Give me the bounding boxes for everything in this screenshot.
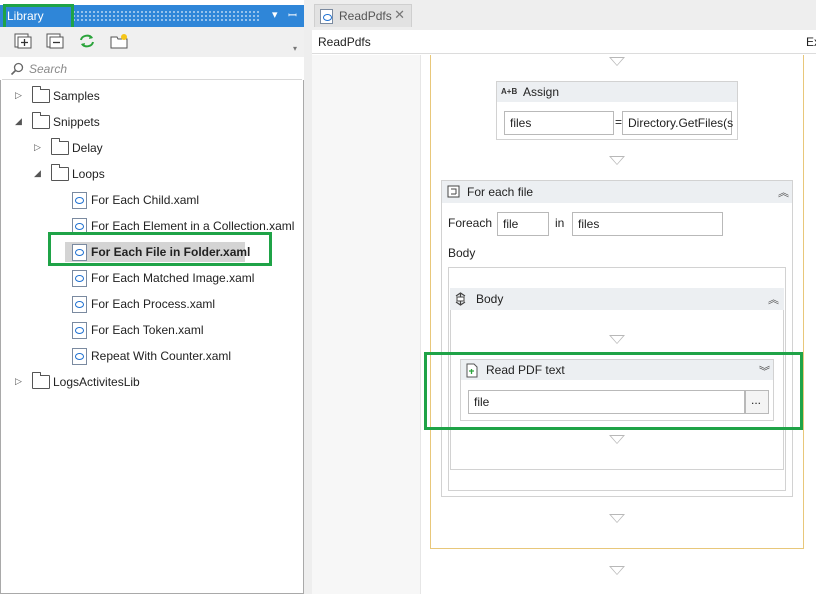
expand-all-link[interactable]: Ex (806, 35, 816, 49)
collapse-icon[interactable]: ︽ (768, 291, 779, 307)
refresh-icon[interactable] (78, 33, 96, 49)
drop-arrow-icon (609, 435, 625, 444)
foreach-collection-value: files (578, 217, 600, 231)
tree-item-label: Samples (53, 89, 100, 103)
foreach-icon (447, 185, 460, 198)
breadcrumb-bar: ReadPdfs Ex (312, 30, 816, 54)
tree-item-label: Repeat With Counter.xaml (91, 349, 232, 363)
foreach-collection-field[interactable]: files (572, 212, 723, 236)
tree-item-for-each-child[interactable]: For Each Child.xaml (69, 190, 289, 210)
assign-title: Assign (523, 85, 560, 99)
pin-icon[interactable]: ꟷ (288, 8, 297, 23)
tree-item-label: For Each Process.xaml (91, 297, 216, 311)
close-tab-icon[interactable]: ✕ (394, 7, 405, 23)
toolbar-overflow-icon[interactable]: ▾ (293, 44, 297, 53)
assign-to-value: files (510, 116, 532, 130)
tree-item-label: For Each Matched Image.xaml (91, 271, 255, 285)
tree-item-loops[interactable]: ◢ Loops (1, 164, 301, 184)
xaml-file-icon (320, 9, 333, 24)
tree-item-logs-activites-lib[interactable]: ▷ LogsActivitesLib (1, 372, 301, 392)
foreach-title: For each file (467, 185, 534, 199)
panel-dropdown-icon[interactable]: ▾ (272, 8, 278, 21)
xaml-file-icon (72, 270, 87, 287)
search-input[interactable]: Search (29, 62, 67, 76)
xaml-file-icon (72, 296, 87, 313)
tree-item-label: Loops (72, 167, 105, 181)
expand-all-icon[interactable] (14, 33, 32, 49)
tab-readpdfs[interactable]: ReadPdfs ✕ (314, 4, 412, 27)
library-search-box[interactable]: Search (2, 58, 302, 80)
tab-label: ReadPdfs (339, 9, 392, 23)
xaml-file-icon (72, 192, 87, 209)
collapse-all-icon[interactable] (46, 33, 64, 49)
tree-item-label: Delay (72, 141, 103, 155)
tree-item-label: For Each Element in a Collection.xaml (91, 219, 295, 233)
drop-arrow-icon (609, 514, 625, 523)
tree-item-for-each-token[interactable]: For Each Token.xaml (69, 320, 289, 340)
foreach-header: For each file ︽ (442, 181, 792, 203)
assign-header: A+B Assign (497, 82, 737, 102)
expand-arrow-icon[interactable]: ▷ (34, 142, 44, 152)
body-label: Body (448, 246, 476, 260)
assign-to-field[interactable]: files (504, 111, 614, 135)
expand-arrow-icon[interactable]: ▷ (15, 376, 25, 386)
folder-icon (51, 164, 69, 181)
assign-icon: A+B (501, 87, 518, 96)
foreach-item-value: file (503, 217, 519, 231)
drop-arrow-icon (609, 566, 625, 575)
equals-sign: = (615, 115, 623, 129)
tree-item-delay[interactable]: ▷ Delay (1, 138, 301, 158)
foreach-item-field[interactable]: file (497, 212, 549, 236)
folder-icon (51, 138, 69, 155)
assign-activity[interactable]: A+B Assign files = Directory.GetFiles(s (496, 81, 738, 140)
folder-icon (32, 372, 50, 389)
breadcrumb[interactable]: ReadPdfs (318, 35, 371, 49)
snippet-highlight-box (48, 232, 272, 266)
tree-item-label: LogsActivitesLib (53, 375, 140, 389)
drop-arrow-icon (609, 57, 625, 66)
sequence-icon (455, 292, 466, 306)
tree-item-samples[interactable]: ▷ Samples (1, 86, 301, 106)
collapse-icon[interactable]: ︽ (778, 184, 789, 200)
tree-item-repeat-with-counter[interactable]: Repeat With Counter.xaml (69, 346, 289, 366)
activity-highlight-box (424, 352, 803, 430)
panel-splitter[interactable] (304, 0, 312, 594)
expand-arrow-icon[interactable]: ▷ (15, 90, 25, 100)
body-sequence-title: Body (476, 292, 504, 306)
tree-item-label: Snippets (53, 115, 100, 129)
search-icon (10, 62, 24, 76)
assign-value: Directory.GetFiles(s (628, 116, 734, 130)
library-toolbar: ▾ (0, 27, 304, 57)
library-tree: ▷ Samples ◢ Snippets ▷ Delay ◢ Loops For… (0, 80, 304, 594)
titlebar-grip (72, 10, 260, 22)
drop-arrow-icon (609, 335, 625, 344)
tree-item-label: For Each Token.xaml (91, 323, 204, 337)
xaml-file-icon (72, 348, 87, 365)
assign-value-field[interactable]: Directory.GetFiles(s (622, 111, 734, 135)
drop-arrow-icon (609, 156, 625, 165)
collapse-arrow-icon[interactable]: ◢ (15, 116, 25, 126)
new-folder-icon[interactable] (110, 33, 128, 49)
foreach-label: Foreach (448, 216, 493, 230)
xaml-file-icon (72, 322, 87, 339)
folder-icon (32, 86, 50, 103)
tree-item-label: For Each Child.xaml (91, 193, 200, 207)
folder-icon (32, 112, 50, 129)
body-sequence-header: Body ︽ (450, 288, 784, 310)
tree-item-for-each-matched-image[interactable]: For Each Matched Image.xaml (69, 268, 289, 288)
tree-item-snippets[interactable]: ◢ Snippets (1, 112, 301, 132)
in-label: in (555, 216, 565, 230)
tree-item-for-each-process[interactable]: For Each Process.xaml (69, 294, 289, 314)
collapse-arrow-icon[interactable]: ◢ (34, 168, 44, 178)
